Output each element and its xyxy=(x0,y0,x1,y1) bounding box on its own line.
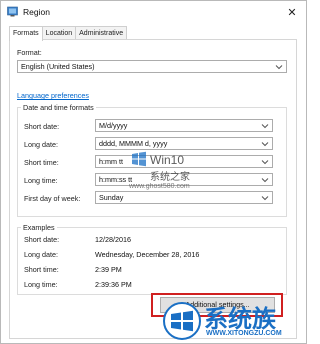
close-icon: ✕ xyxy=(287,6,297,19)
chevron-down-icon xyxy=(261,178,269,183)
short-time-label: Short time: xyxy=(24,158,59,167)
tab-location[interactable]: Location xyxy=(41,26,77,40)
chevron-down-icon xyxy=(261,196,269,201)
examples-title: Examples xyxy=(21,223,57,232)
chevron-down-icon xyxy=(261,124,269,129)
example-long-time-value: 2:39:36 PM xyxy=(95,280,132,289)
region-dialog: Region ✕ Formats Location Administrative… xyxy=(0,0,307,344)
first-day-of-week-value: Sunday xyxy=(99,193,124,202)
xitongzu-logo-icon xyxy=(163,302,201,340)
watermark-brand: 系统族 xyxy=(204,306,276,333)
short-date-label: Short date: xyxy=(24,122,60,131)
long-time-label: Long time: xyxy=(24,176,58,185)
watermark-subtitle: 系统之家 xyxy=(150,172,190,183)
watermark-title: Win10 xyxy=(150,153,185,167)
format-value: English (United States) xyxy=(21,62,95,71)
format-label: Format: xyxy=(17,48,42,57)
date-time-formats-title: Date and time formats xyxy=(21,103,96,112)
tab-formats[interactable]: Formats xyxy=(9,26,43,41)
chevron-down-icon xyxy=(261,142,269,147)
example-long-date-label: Long date: xyxy=(24,250,58,259)
region-globe-icon xyxy=(7,6,18,17)
chevron-down-icon xyxy=(275,65,283,70)
long-time-value: h:mm:ss tt xyxy=(99,175,133,184)
chevron-down-icon xyxy=(261,160,269,165)
short-time-value: h:mm tt xyxy=(99,157,123,166)
tab-administrative[interactable]: Administrative xyxy=(75,26,128,40)
short-date-value: M/d/yyyy xyxy=(99,121,128,130)
title-bar: Region ✕ xyxy=(1,1,306,23)
long-date-select[interactable]: dddd, MMMM d, yyyy xyxy=(95,137,273,150)
watermark-brand-url: WWW.XITONGZU.COM xyxy=(206,330,282,337)
window-title: Region xyxy=(23,7,50,17)
example-long-date-value: Wednesday, December 28, 2016 xyxy=(95,250,200,259)
close-button[interactable]: ✕ xyxy=(284,4,300,20)
first-day-of-week-select[interactable]: Sunday xyxy=(95,191,273,204)
example-short-time-value: 2:39 PM xyxy=(95,265,122,274)
example-short-date-label: Short date: xyxy=(24,235,60,244)
language-preferences-link[interactable]: Language preferences xyxy=(17,91,89,100)
first-day-of-week-label: First day of week: xyxy=(24,194,81,203)
long-date-label: Long date: xyxy=(24,140,58,149)
example-short-date-value: 12/28/2016 xyxy=(95,235,131,244)
format-select[interactable]: English (United States) xyxy=(17,60,287,73)
tab-bar: Formats Location Administrative xyxy=(9,26,128,41)
long-date-value: dddd, MMMM d, yyyy xyxy=(99,139,168,148)
watermark-url: www.ghost580.com xyxy=(129,183,190,190)
example-short-time-label: Short time: xyxy=(24,265,59,274)
short-date-select[interactable]: M/d/yyyy xyxy=(95,119,273,132)
windows-logo-icon xyxy=(132,151,146,167)
example-long-time-label: Long time: xyxy=(24,280,58,289)
